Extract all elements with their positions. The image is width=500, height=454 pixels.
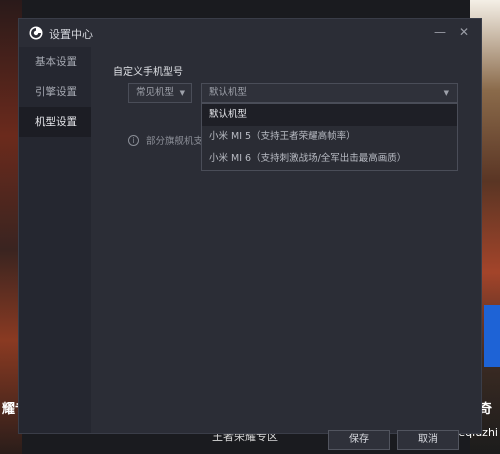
main-content: 自定义手机型号 常见机型 ▼ i 部分旗舰机支 默认机型 ▼ 默认机型 小米 M…: [91, 47, 481, 450]
sidebar-item-device-model[interactable]: 机型设置: [19, 107, 91, 137]
background-blue-panel: [484, 305, 500, 367]
info-row: i 部分旗舰机支: [128, 133, 203, 147]
window-title: 设置中心: [49, 28, 93, 41]
title-bar: 设置中心 — ✕: [19, 19, 481, 47]
settings-window: 设置中心 — ✕ 基本设置 引擎设置 机型设置 自定义手机型号 常见机型 ▼ i…: [18, 18, 482, 450]
common-model-select[interactable]: 常见机型 ▼: [128, 83, 192, 103]
save-button[interactable]: 保存: [328, 430, 390, 450]
section-title: 自定义手机型号: [113, 67, 183, 78]
info-icon: i: [128, 134, 139, 146]
dropdown-option-default[interactable]: 默认机型: [202, 104, 457, 126]
chevron-down-icon: ▼: [443, 89, 449, 97]
chevron-down-icon: ▼: [179, 89, 185, 97]
cancel-button[interactable]: 取消: [397, 430, 459, 450]
dropdown-option-mi6[interactable]: 小米 MI 6（支持刺激战场/全军出击最高画质）: [202, 148, 457, 170]
model-select[interactable]: 默认机型 ▼: [201, 83, 458, 103]
sidebar: 基本设置 引擎设置 机型设置: [19, 47, 91, 433]
close-button[interactable]: ✕: [457, 25, 471, 39]
model-select-value: 默认机型: [209, 87, 248, 98]
common-model-select-value: 常见机型: [136, 87, 175, 98]
dropdown-option-mi5[interactable]: 小米 MI 5（支持王者荣耀高帧率）: [202, 126, 457, 148]
app-logo-icon: [29, 26, 43, 40]
model-dropdown-list: 默认机型 小米 MI 5（支持王者荣耀高帧率） 小米 MI 6（支持刺激战场/全…: [201, 103, 458, 171]
info-text: 部分旗舰机支: [146, 136, 204, 147]
sidebar-item-basic[interactable]: 基本设置: [19, 47, 91, 77]
sidebar-item-engine[interactable]: 引擎设置: [19, 77, 91, 107]
minimize-button[interactable]: —: [433, 25, 447, 39]
